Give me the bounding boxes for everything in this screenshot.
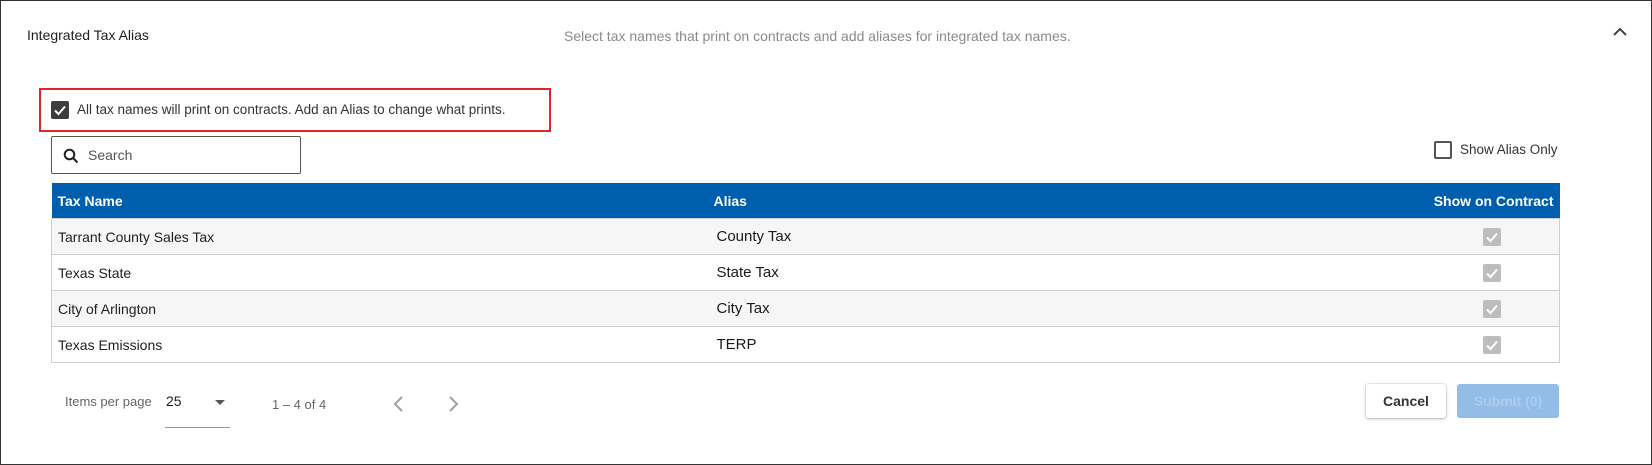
- table-row: Texas State State Tax: [51, 254, 1560, 291]
- panel-description: Select tax names that print on contracts…: [564, 28, 1071, 44]
- integrated-tax-alias-panel: Integrated Tax Alias Select tax names th…: [0, 0, 1652, 465]
- tax-name-cell: Tarrant County Sales Tax: [51, 218, 708, 255]
- tax-name-cell: Texas Emissions: [51, 326, 708, 363]
- checkmark-icon: [1486, 268, 1498, 279]
- tax-alias-table: Tax Name Alias Show on Contract Tarrant …: [51, 183, 1560, 363]
- tax-name-cell: Texas State: [51, 254, 708, 291]
- table-row: City of Arlington City Tax: [51, 290, 1560, 327]
- search-icon: [63, 148, 79, 164]
- alias-cell[interactable]: State Tax: [707, 254, 1268, 291]
- page-size-select[interactable]: 25: [165, 384, 230, 428]
- caret-down-icon: [215, 400, 225, 405]
- tax-name-cell: City of Arlington: [51, 290, 708, 327]
- show-on-contract-cell: [1267, 254, 1560, 291]
- checkmark-icon: [1486, 232, 1498, 243]
- checkmark-icon: [1486, 340, 1498, 351]
- items-per-page-label: Items per page: [65, 394, 152, 409]
- table-row: Texas Emissions TERP: [51, 326, 1560, 363]
- panel-title[interactable]: Integrated Tax Alias: [27, 27, 149, 43]
- column-header-tax-name: Tax Name: [51, 183, 708, 219]
- alias-cell[interactable]: County Tax: [707, 218, 1268, 255]
- chevron-up-icon[interactable]: [1609, 21, 1631, 43]
- show-on-contract-checkbox: [1483, 263, 1501, 282]
- table-header-row: Tax Name Alias Show on Contract: [51, 183, 1560, 219]
- submit-button[interactable]: Submit (0): [1457, 384, 1559, 418]
- chevron-left-icon[interactable]: [391, 394, 407, 414]
- cancel-button[interactable]: Cancel: [1366, 384, 1446, 418]
- column-header-show-on-contract: Show on Contract: [1267, 183, 1560, 219]
- print-all-label[interactable]: All tax names will print on contracts. A…: [77, 102, 505, 117]
- search-input[interactable]: [88, 146, 288, 164]
- show-on-contract-checkbox: [1483, 227, 1501, 246]
- chevron-right-icon[interactable]: [445, 394, 461, 414]
- alias-cell[interactable]: City Tax: [707, 290, 1268, 327]
- show-on-contract-cell: [1267, 326, 1560, 363]
- page-size-value: 25: [166, 393, 182, 409]
- column-header-alias: Alias: [707, 183, 1268, 219]
- alias-cell[interactable]: TERP: [707, 326, 1268, 363]
- table-row: Tarrant County Sales Tax County Tax: [51, 218, 1560, 255]
- checkmark-icon: [1486, 304, 1498, 315]
- show-on-contract-cell: [1267, 218, 1560, 255]
- show-on-contract-checkbox: [1483, 299, 1501, 318]
- page-range-label: 1 – 4 of 4: [272, 397, 327, 412]
- show-alias-only-checkbox[interactable]: [1434, 141, 1452, 159]
- show-on-contract-checkbox: [1483, 335, 1501, 354]
- show-alias-only-label[interactable]: Show Alias Only: [1460, 142, 1558, 157]
- print-all-checkbox[interactable]: [51, 101, 69, 119]
- search-field[interactable]: [51, 136, 301, 174]
- show-on-contract-cell: [1267, 290, 1560, 327]
- checkmark-icon: [54, 105, 66, 116]
